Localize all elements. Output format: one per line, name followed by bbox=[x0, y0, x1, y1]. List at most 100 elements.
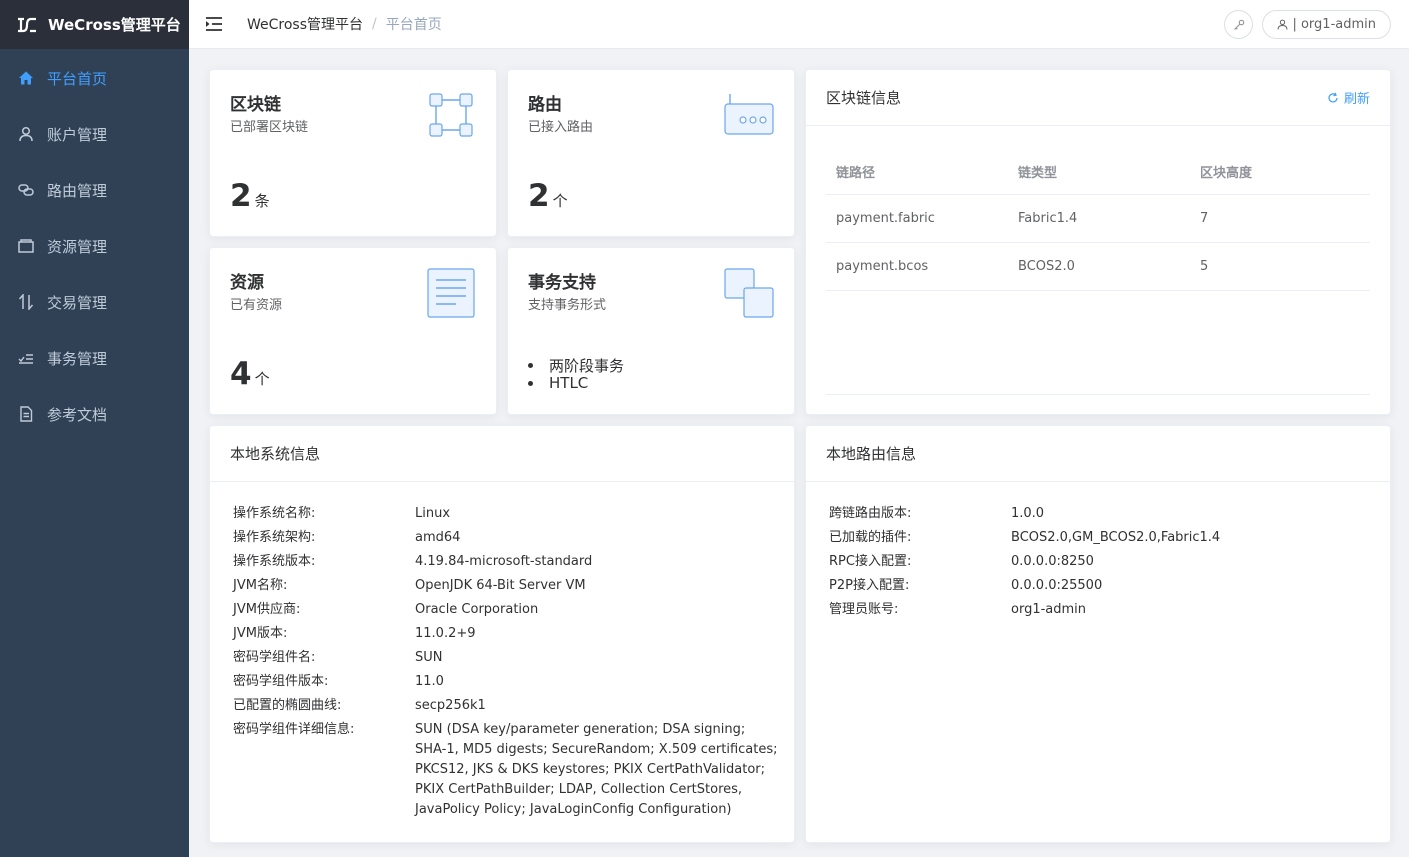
info-label: 操作系统版本: bbox=[233, 554, 316, 569]
router-icon bbox=[724, 94, 774, 135]
card-title: 路由 bbox=[528, 95, 562, 115]
info-row: P2P接入配置: 0.0.0.0:25500 bbox=[829, 576, 1220, 596]
sidebar-item-transactions[interactable]: 交易管理 bbox=[0, 274, 189, 330]
card-title: 资源 bbox=[230, 273, 264, 293]
user-name: | org1-admin bbox=[1292, 17, 1376, 32]
router-count: 2 bbox=[528, 178, 550, 214]
document-icon bbox=[18, 406, 34, 422]
chain-path-cell: payment.bcos bbox=[826, 242, 1008, 291]
card-subtitle: 已接入路由 bbox=[528, 120, 594, 135]
sidebar-item-docs[interactable]: 参考文档 bbox=[0, 386, 189, 442]
table-row[interactable]: payment.bcos BCOS2.0 5 bbox=[826, 242, 1370, 291]
sidebar-item-accounts[interactable]: 账户管理 bbox=[0, 106, 189, 162]
breadcrumb-current: 平台首页 bbox=[385, 17, 442, 33]
resource-unit: 个 bbox=[254, 370, 270, 388]
system-info-list: 操作系统名称: Linux 操作系统架构: amd64 操作系统版本: 4.19.84… bbox=[233, 504, 780, 824]
block-height-cell: 7 bbox=[1190, 194, 1370, 243]
user-icon bbox=[18, 126, 34, 142]
card-subtitle: 已部署区块链 bbox=[230, 120, 309, 135]
table-header-row: 链路径 链类型 区块高度 bbox=[826, 150, 1370, 195]
info-label: JVM名称: bbox=[233, 578, 288, 593]
info-value: amd64 bbox=[415, 530, 461, 545]
chain-count-card: 区块链 已部署区块链 2 条 bbox=[209, 69, 497, 237]
info-value: Linux bbox=[415, 506, 451, 521]
sidebar-item-resources[interactable]: 资源管理 bbox=[0, 218, 189, 274]
chain-path-cell: payment.fabric bbox=[826, 194, 1008, 243]
info-value: BCOS2.0,GM_BCOS2.0,Fabric1.4 bbox=[1011, 530, 1221, 545]
top-navbar: WeCross管理平台 / 平台首页 | org1-admin bbox=[189, 0, 1409, 49]
sidebar-item-label: 参考文档 bbox=[47, 405, 108, 424]
transaction-support-card: 事务支持 支持事务形式 两阶段事务 HTLC bbox=[507, 247, 795, 415]
info-label: 跨链路由版本: bbox=[829, 506, 912, 521]
sidebar-item-label: 路由管理 bbox=[47, 181, 108, 200]
sidebar-item-label: 平台首页 bbox=[47, 69, 108, 88]
info-value: 0.0.0.0:8250 bbox=[1011, 554, 1094, 569]
card-title: 区块链信息 bbox=[826, 89, 902, 107]
info-value: SUN bbox=[415, 650, 443, 665]
list-item: HTLC bbox=[528, 374, 624, 392]
info-label: 已加载的插件: bbox=[829, 530, 912, 545]
column-header[interactable]: 链路径 bbox=[826, 150, 1008, 195]
logo-text: WeCross管理平台 bbox=[48, 16, 181, 34]
sidebar-item-xa-transactions[interactable]: 事务管理 bbox=[0, 330, 189, 386]
info-label: 操作系统架构: bbox=[233, 530, 316, 545]
sidebar: WeCross管理平台 平台首页 账户管理 路由管理 资源管理 交易管理 事务管… bbox=[0, 0, 189, 857]
sidebar-item-routers[interactable]: 路由管理 bbox=[0, 162, 189, 218]
info-row: 密码学组件详细信息: SUN (DSA key/parameter generat… bbox=[233, 720, 780, 820]
refresh-label: 刷新 bbox=[1343, 92, 1370, 107]
card-header: 区块链信息 刷新 bbox=[806, 70, 1390, 126]
blockchain-icon bbox=[429, 93, 473, 137]
sidebar-item-home[interactable]: 平台首页 bbox=[0, 50, 189, 106]
sidebar-item-label: 账户管理 bbox=[47, 125, 108, 144]
info-row: JVM版本: 11.0.2+9 bbox=[233, 624, 780, 644]
card-header: 本地路由信息 bbox=[806, 426, 1390, 482]
user-icon bbox=[1277, 19, 1288, 30]
info-label: P2P接入配置: bbox=[829, 578, 910, 593]
key-icon bbox=[1234, 19, 1245, 30]
info-value: 1.0.0 bbox=[1011, 506, 1045, 521]
card-value: 4 个 bbox=[230, 356, 270, 392]
refresh-icon bbox=[1328, 92, 1338, 102]
card-title: 区块链 bbox=[230, 95, 281, 115]
info-label: JVM供应商: bbox=[233, 602, 301, 617]
info-row: 已配置的椭圆曲线: secp256k1 bbox=[233, 696, 780, 716]
info-label: JVM版本: bbox=[233, 626, 288, 641]
chain-type-cell: BCOS2.0 bbox=[1008, 242, 1190, 291]
logo[interactable]: WeCross管理平台 bbox=[0, 0, 189, 49]
list-check-icon bbox=[18, 350, 34, 366]
column-header[interactable]: 链类型 bbox=[1008, 150, 1190, 195]
wecross-logo-icon bbox=[18, 17, 36, 32]
card-subtitle: 已有资源 bbox=[230, 298, 283, 313]
sidebar-item-label: 资源管理 bbox=[47, 237, 108, 256]
column-header[interactable]: 区块高度 bbox=[1190, 150, 1370, 195]
transaction-type-list: 两阶段事务 HTLC bbox=[528, 356, 624, 393]
info-row: 已加载的插件: BCOS2.0,GM_BCOS2.0,Fabric1.4 bbox=[829, 528, 1220, 548]
user-menu-button[interactable]: | org1-admin bbox=[1262, 10, 1391, 39]
wallet-icon bbox=[18, 238, 34, 254]
refresh-button[interactable]: 刷新 bbox=[1327, 88, 1370, 107]
info-row: 跨链路由版本: 1.0.0 bbox=[829, 504, 1220, 524]
chain-info-card: 区块链信息 刷新 链路径 链类型 区块高度 payment.fabric Fab… bbox=[805, 69, 1391, 415]
info-label: RPC接入配置: bbox=[829, 554, 912, 569]
info-value: org1-admin bbox=[1011, 602, 1087, 617]
sidebar-item-label: 交易管理 bbox=[47, 293, 108, 312]
info-value: secp256k1 bbox=[415, 698, 486, 713]
card-header: 本地系统信息 bbox=[210, 426, 794, 482]
info-label: 密码学组件详细信息: bbox=[233, 722, 355, 737]
menu-toggle-icon[interactable] bbox=[205, 16, 223, 32]
key-button[interactable] bbox=[1224, 10, 1254, 39]
header-actions: | org1-admin bbox=[1224, 10, 1391, 39]
table-row[interactable]: payment.fabric Fabric1.4 7 bbox=[826, 194, 1370, 243]
block-height-cell: 5 bbox=[1190, 242, 1370, 291]
info-row: RPC接入配置: 0.0.0.0:8250 bbox=[829, 552, 1220, 572]
chain-type-cell: Fabric1.4 bbox=[1008, 194, 1190, 243]
info-value: 11.0.2+9 bbox=[415, 626, 476, 641]
info-value: 0.0.0.0:25500 bbox=[1011, 578, 1103, 593]
info-label: 已配置的椭圆曲线: bbox=[233, 698, 342, 713]
breadcrumb-root[interactable]: WeCross管理平台 bbox=[247, 14, 363, 34]
resource-document-icon bbox=[427, 268, 475, 318]
sidebar-item-label: 事务管理 bbox=[47, 349, 108, 368]
info-value: OpenJDK 64-Bit Server VM bbox=[415, 578, 586, 593]
info-value: 11.0 bbox=[415, 674, 444, 689]
transfer-icon bbox=[18, 294, 34, 310]
